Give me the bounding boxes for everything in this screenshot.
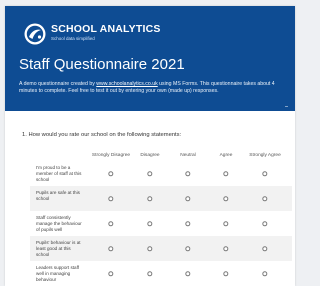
- radio-strongly-disagree[interactable]: [108, 195, 114, 202]
- school-analytics-logo-icon: [24, 23, 46, 45]
- likert-grid: Strongly Disagree Disagree Neutral Agree…: [30, 151, 292, 286]
- radio-neutral[interactable]: [185, 170, 191, 177]
- more-options-icon[interactable]: ...: [284, 103, 288, 109]
- description-text-start: A demo questionnaire created by: [19, 81, 97, 87]
- radio-strongly-agree[interactable]: [262, 195, 268, 202]
- likert-row: Pupils' behaviour is at least good at th…: [30, 236, 292, 261]
- question-label: 1. How would you rate our school on the …: [22, 132, 182, 138]
- radio-strongly-agree[interactable]: [262, 220, 268, 227]
- brand-name: SCHOOL ANALYTICS: [51, 23, 161, 35]
- radio-disagree[interactable]: [147, 170, 153, 177]
- radio-disagree[interactable]: [147, 195, 153, 202]
- radio-strongly-agree[interactable]: [262, 270, 268, 277]
- column-header-agree: Agree: [219, 153, 233, 158]
- radio-neutral[interactable]: [185, 195, 191, 202]
- column-header-strongly-agree: Strongly Agree: [249, 153, 281, 158]
- statement-label: Pupils' behaviour is at least good at th…: [36, 240, 81, 258]
- radio-disagree[interactable]: [147, 270, 153, 277]
- radio-strongly-agree[interactable]: [262, 245, 268, 252]
- radio-strongly-disagree[interactable]: [108, 220, 114, 227]
- brand-tagline: School data simplified: [51, 36, 95, 41]
- radio-strongly-agree[interactable]: [262, 170, 268, 177]
- column-header-neutral: Neutral: [180, 153, 196, 158]
- likert-header: Strongly Disagree Disagree Neutral Agree…: [30, 151, 292, 161]
- likert-row: Leaders support staff well in managing b…: [30, 261, 292, 286]
- radio-agree[interactable]: [223, 170, 229, 177]
- radio-neutral[interactable]: [185, 270, 191, 277]
- radio-agree[interactable]: [223, 195, 229, 202]
- likert-row: Pupils are safe at this school: [30, 186, 292, 211]
- column-header-disagree: Disagree: [140, 153, 160, 158]
- likert-row: Staff consistently manage the behaviour …: [30, 211, 292, 236]
- radio-strongly-disagree[interactable]: [108, 170, 114, 177]
- radio-agree[interactable]: [223, 220, 229, 227]
- form-banner: SCHOOL ANALYTICS School data simplified …: [5, 6, 295, 111]
- form-page: SCHOOL ANALYTICS School data simplified …: [5, 6, 295, 286]
- form-title: Staff Questionnaire 2021: [19, 56, 185, 73]
- school-analytics-link[interactable]: www.schoolanalytics.co.uk: [96, 81, 157, 87]
- radio-disagree[interactable]: [147, 245, 153, 252]
- statement-label: Leaders support staff well in managing b…: [36, 265, 80, 283]
- form-description: A demo questionnaire created by www.scho…: [19, 81, 285, 95]
- radio-agree[interactable]: [223, 270, 229, 277]
- radio-agree[interactable]: [223, 245, 229, 252]
- radio-disagree[interactable]: [147, 220, 153, 227]
- statement-label: Staff consistently manage the behaviour …: [36, 215, 82, 233]
- radio-neutral[interactable]: [185, 220, 191, 227]
- column-header-strongly-disagree: Strongly Disagree: [91, 153, 131, 158]
- radio-strongly-disagree[interactable]: [108, 270, 114, 277]
- statement-label: I'm proud to be a member of staff at thi…: [36, 165, 82, 183]
- likert-row: I'm proud to be a member of staff at thi…: [30, 161, 292, 186]
- radio-strongly-disagree[interactable]: [108, 245, 114, 252]
- radio-neutral[interactable]: [185, 245, 191, 252]
- statement-label: Pupils are safe at this school: [36, 190, 80, 202]
